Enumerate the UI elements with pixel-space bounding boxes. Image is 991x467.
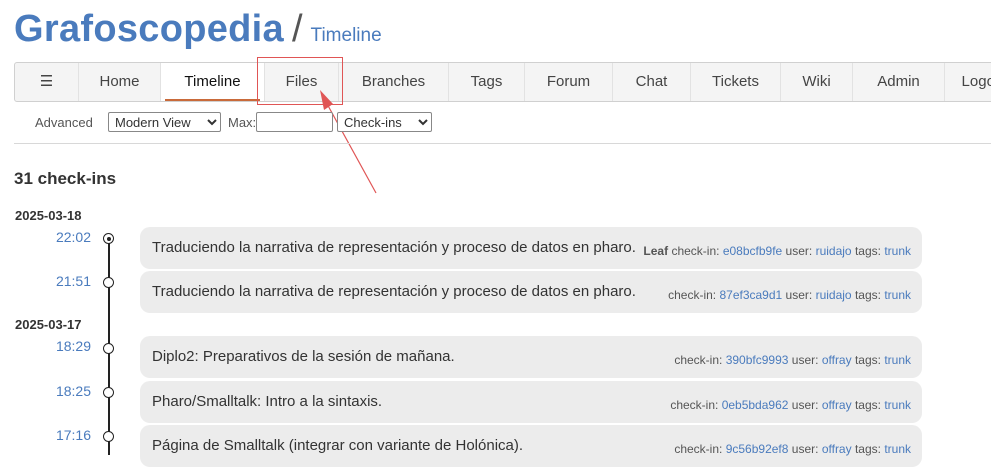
current-checkin-node-icon[interactable] [103,233,114,244]
checkin-count: 31 check-ins [14,169,117,188]
tag-link[interactable]: trunk [884,442,911,456]
user-link[interactable]: ruidajo [816,244,852,258]
tag-link[interactable]: trunk [884,244,911,258]
user-label: user: [791,353,819,367]
entry-time[interactable]: 21:51 [14,273,91,289]
leaf-label: Leaf [643,244,669,258]
title-separator: / [291,8,303,50]
nav-tickets[interactable]: Tickets [691,63,781,101]
hamburger-menu-icon[interactable]: ☰ [15,63,79,101]
divider [14,143,991,144]
checkin-label: check-in: [670,398,719,412]
checkin-message: Traduciendo la narrativa de representaci… [152,239,636,256]
nav-logout[interactable]: Logout [945,63,991,101]
entry-time[interactable]: 22:02 [14,229,91,245]
date-header: 2025-03-18 [15,208,82,223]
checkin-label: check-in: [674,442,723,456]
checkin-hash-link[interactable]: 9c56b92ef8 [726,442,789,456]
page-title: Timeline [310,25,382,46]
nav-chat[interactable]: Chat [613,63,691,101]
nav-forum[interactable]: Forum [525,63,613,101]
tags-label: tags: [854,398,881,412]
checkin-meta: check-in: 390bfc9993 user: offray tags: … [674,353,911,367]
user-link[interactable]: ruidajo [816,288,852,302]
nav-wiki[interactable]: Wiki [781,63,853,101]
user-label: user: [785,288,813,302]
checkin-hash-link[interactable]: 87ef3ca9d1 [719,288,782,302]
user-label: user: [791,442,819,456]
date-header: 2025-03-17 [15,317,82,332]
tags-label: tags: [854,353,881,367]
tag-link[interactable]: trunk [884,353,911,367]
checkin-meta: check-in: 0eb5bda962 user: offray tags: … [670,398,911,412]
user-label: user: [785,244,813,258]
nav-tags[interactable]: Tags [449,63,525,101]
tags-label: tags: [854,288,881,302]
nav-admin[interactable]: Admin [853,63,945,101]
entry-time[interactable]: 17:16 [14,427,91,443]
page-header: Grafoscopedia / Timeline [14,8,382,54]
checkin-hash-link[interactable]: 0eb5bda962 [722,398,789,412]
checkin-message: Pharo/Smalltalk: Intro a la sintaxis. [152,393,383,410]
checkin-node-icon[interactable] [103,343,114,354]
tag-link[interactable]: trunk [884,288,911,302]
tag-link[interactable]: trunk [884,398,911,412]
advanced-link[interactable]: Advanced [35,115,93,130]
tags-label: tags: [854,244,881,258]
site-title[interactable]: Grafoscopedia [14,8,284,50]
nav-branches[interactable]: Branches [339,63,449,101]
type-select[interactable]: Check-ins [337,112,432,132]
checkin-entry: Traduciendo la narrativa de representaci… [140,227,922,269]
checkin-label: check-in: [668,288,717,302]
checkin-label: check-in: [671,244,720,258]
entry-time[interactable]: 18:25 [14,383,91,399]
checkin-hash-link[interactable]: 390bfc9993 [726,353,789,367]
checkin-node-icon[interactable] [103,387,114,398]
checkin-message: Diplo2: Preparativos de la sesión de mañ… [152,348,455,365]
view-style-select[interactable]: Modern View [108,112,221,132]
annotation-highlight-box [257,57,343,105]
checkin-meta: check-in: 87ef3ca9d1 user: ruidajo tags:… [668,288,911,302]
checkin-hash-link[interactable]: e08bcfb9fe [723,244,782,258]
user-label: user: [791,398,819,412]
checkin-label: check-in: [674,353,723,367]
checkin-entry: Página de Smalltalk (integrar con varian… [140,425,922,467]
checkin-entry: Pharo/Smalltalk: Intro a la sintaxis. ch… [140,381,922,423]
checkin-entry: Traduciendo la narrativa de representaci… [140,271,922,313]
checkin-node-icon[interactable] [103,431,114,442]
checkin-node-icon[interactable] [103,277,114,288]
checkin-message: Página de Smalltalk (integrar con varian… [152,437,524,454]
checkin-meta: check-in: 9c56b92ef8 user: offray tags: … [674,442,911,456]
user-link[interactable]: offray [822,442,852,456]
tags-label: tags: [854,442,881,456]
nav-timeline[interactable]: Timeline [161,63,265,101]
checkin-message: Traduciendo la narrativa de representaci… [152,283,636,300]
nav-home[interactable]: Home [79,63,161,101]
entry-time[interactable]: 18:29 [14,338,91,354]
max-input[interactable] [256,112,333,132]
checkin-entry: Diplo2: Preparativos de la sesión de mañ… [140,336,922,378]
max-label: Max: [228,115,257,130]
user-link[interactable]: offray [822,353,852,367]
user-link[interactable]: offray [822,398,852,412]
main-menu: ☰ Home Timeline Files Branches Tags Foru… [14,62,991,102]
checkin-meta: Leaf check-in: e08bcfb9fe user: ruidajo … [643,244,911,258]
